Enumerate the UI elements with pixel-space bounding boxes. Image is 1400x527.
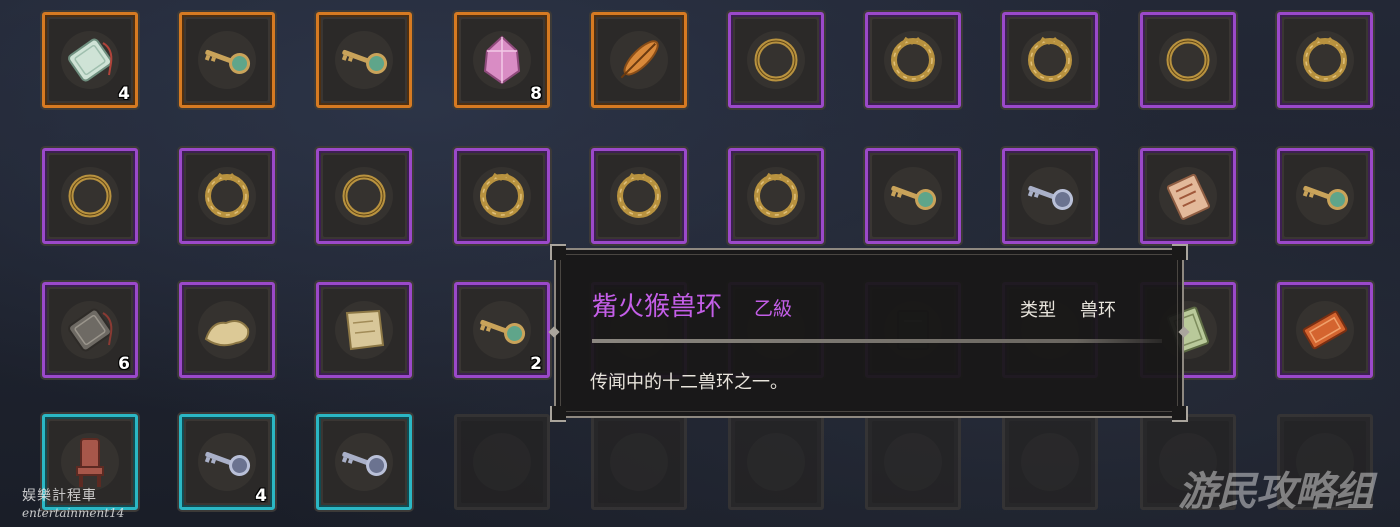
inventory-slot[interactable] <box>42 148 138 244</box>
map-scroll-icon <box>345 309 385 351</box>
bronze-ring-icon <box>754 38 798 82</box>
beast-ring-icon <box>1303 36 1347 82</box>
item-count: 8 <box>530 84 542 104</box>
beast-ring-icon <box>205 172 249 218</box>
inventory-slot[interactable] <box>179 282 275 378</box>
inventory-screen: 4 8 6 2 4 觜火猴兽环 乙級 类型 兽环 传闻中的十二兽环之一。 娱樂計程車 e… <box>0 0 1400 527</box>
inventory-slot[interactable] <box>179 148 275 244</box>
tooltip-notch <box>548 326 560 338</box>
chair-icon <box>76 438 104 487</box>
item-name: 觜火猴兽环 <box>592 292 723 322</box>
inventory-slot[interactable] <box>1140 148 1236 244</box>
inventory-slot[interactable] <box>591 148 687 244</box>
inventory-slot[interactable] <box>1002 148 1098 244</box>
silver-key-icon <box>1027 185 1074 211</box>
beast-ring-icon <box>891 36 935 82</box>
inventory-slot[interactable] <box>454 148 550 244</box>
inventory-slot[interactable]: 4 <box>179 414 275 510</box>
beast-ring-icon <box>480 172 524 218</box>
key-icon <box>204 49 251 75</box>
inventory-slot[interactable] <box>1277 282 1373 378</box>
inventory-slot[interactable] <box>316 12 412 108</box>
watermark-left: 娱樂計程車 entertainment14 <box>22 488 124 522</box>
tooltip-corner <box>1172 244 1188 260</box>
key-icon <box>1302 185 1349 211</box>
slot-background <box>1009 421 1091 503</box>
inventory-slot[interactable]: 6 <box>42 282 138 378</box>
inventory-slot[interactable] <box>865 148 961 244</box>
silver-key-icon <box>341 451 388 477</box>
item-description: 传闻中的十二兽环之一。 <box>590 372 788 393</box>
jade-pendant-icon <box>68 38 113 82</box>
beast-ring-icon <box>754 172 798 218</box>
bronze-ring-icon <box>1166 38 1210 82</box>
item-type-value: 兽环 <box>1080 300 1116 321</box>
inventory-slot[interactable]: 8 <box>454 12 550 108</box>
inventory-slot[interactable] <box>316 414 412 510</box>
inventory-slot[interactable] <box>728 148 824 244</box>
item-count: 4 <box>118 84 130 104</box>
watermark-left-title: 娱樂計程車 <box>22 488 97 504</box>
item-type-label: 类型 <box>1020 300 1056 321</box>
slot-background <box>735 421 817 503</box>
watermark-right: 游民攻略组 <box>1178 469 1374 515</box>
empty-inventory-slot[interactable] <box>1002 414 1098 510</box>
item-tooltip: 觜火猴兽环 乙級 类型 兽环 传闻中的十二兽环之一。 <box>548 244 1190 422</box>
silver-key-icon <box>204 451 251 477</box>
item-count: 2 <box>530 354 542 374</box>
key-icon <box>341 49 388 75</box>
stone-tablet-icon <box>68 308 113 352</box>
empty-inventory-slot[interactable] <box>865 414 961 510</box>
beast-ring-icon <box>1028 36 1072 82</box>
key-icon <box>890 185 937 211</box>
pink-crystal-icon <box>483 35 521 85</box>
inventory-slot[interactable] <box>728 12 824 108</box>
item-grade: 乙級 <box>754 298 793 320</box>
slot-background <box>872 421 954 503</box>
item-count: 4 <box>255 486 267 506</box>
inventory-slot[interactable]: 4 <box>42 12 138 108</box>
item-count: 6 <box>118 354 130 374</box>
tooltip-divider <box>592 339 1162 343</box>
empty-inventory-slot[interactable] <box>591 414 687 510</box>
tooltip-corner <box>550 406 566 422</box>
slot-background <box>461 421 543 503</box>
inventory-slot[interactable] <box>316 282 412 378</box>
tooltip-corner <box>1172 406 1188 422</box>
red-talisman-icon <box>1302 310 1348 350</box>
bronze-ring-icon <box>68 174 112 218</box>
inventory-slot[interactable] <box>179 12 275 108</box>
empty-inventory-slot[interactable] <box>454 414 550 510</box>
key-icon <box>479 319 526 345</box>
cloth-bundle-icon <box>204 320 250 347</box>
inventory-slot[interactable]: 2 <box>454 282 550 378</box>
inventory-slot[interactable] <box>1002 12 1098 108</box>
inventory-slot[interactable] <box>1277 148 1373 244</box>
inventory-slot[interactable] <box>591 12 687 108</box>
inventory-slot[interactable] <box>316 148 412 244</box>
empty-inventory-slot[interactable] <box>728 414 824 510</box>
watermark-left-subtitle: entertainment14 <box>22 506 125 520</box>
bronze-ring-icon <box>342 174 386 218</box>
inventory-slot[interactable] <box>865 12 961 108</box>
inventory-slot[interactable] <box>1277 12 1373 108</box>
beast-ring-icon <box>617 172 661 218</box>
feather-icon <box>620 40 659 79</box>
inventory-slot[interactable] <box>1140 12 1236 108</box>
tooltip-corner <box>550 244 566 260</box>
paper-charm-icon <box>1166 173 1210 220</box>
slot-background <box>598 421 680 503</box>
